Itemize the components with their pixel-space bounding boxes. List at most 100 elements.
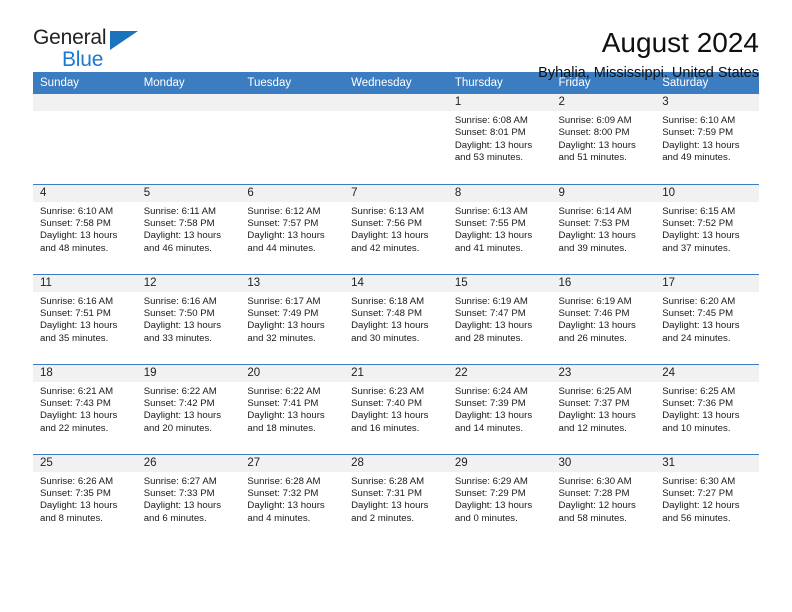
calendar-day-cell[interactable]: 13 Sunrise: 6:17 AM Sunset: 7:49 PM Dayligh…: [240, 273, 345, 364]
day-cell-content: 18 Sunrise: 6:21 AM Sunset: 7:43 PM Dayligh…: [33, 364, 137, 454]
daylight-duration-line1: Daylight: 13 hours: [40, 500, 118, 512]
calendar-day-cell[interactable]: 5 Sunrise: 6:11 AM Sunset: 7:58 PM Daylight…: [136, 183, 241, 274]
day-cell-content: [33, 94, 137, 183]
calendar-day-cell[interactable]: 16 Sunrise: 6:19 AM Sunset: 7:46 PM Dayligh…: [551, 273, 656, 364]
calendar-day-cell[interactable]: 9 Sunrise: 6:14 AM Sunset: 7:53 PM Daylight…: [551, 183, 656, 274]
day-details: Sunrise: 6:10 AM Sunset: 7:59 PM Daylight:…: [655, 111, 759, 165]
calendar-day-cell[interactable]: 20 Sunrise: 6:22 AM Sunset: 7:41 PM Dayligh…: [240, 363, 345, 454]
day-number: 26: [136, 454, 241, 472]
daylight-duration-line1: Daylight: 13 hours: [143, 230, 222, 242]
calendar-day-cell[interactable]: 2 Sunrise: 6:09 AM Sunset: 8:00 PM Daylight…: [551, 94, 656, 184]
sunrise-time: Sunrise: 6:11 AM: [143, 205, 217, 217]
daylight-duration-line1: Daylight: 13 hours: [454, 410, 533, 422]
sunset-time: Sunset: 7:29 PM: [454, 487, 526, 499]
calendar-day-cell[interactable]: 31 Sunrise: 6:30 AM Sunset: 7:27 PM Dayligh…: [655, 453, 759, 544]
daylight-duration-line2: and 10 minutes.: [662, 422, 731, 434]
day-number: 5: [136, 184, 241, 202]
calendar-day-cell[interactable]: 27 Sunrise: 6:28 AM Sunset: 7:32 PM Dayligh…: [240, 453, 345, 544]
calendar-day-cell[interactable]: 15 Sunrise: 6:19 AM Sunset: 7:47 PM Dayligh…: [447, 273, 552, 364]
daylight-duration-line1: Daylight: 13 hours: [247, 230, 325, 242]
day-number: 2: [551, 94, 656, 111]
sunset-time: Sunset: 7:52 PM: [662, 217, 734, 229]
sunset-time: Sunset: 7:43 PM: [40, 397, 111, 409]
sunrise-time: Sunrise: 6:22 AM: [143, 385, 217, 397]
calendar-day-cell[interactable]: 4 Sunrise: 6:10 AM Sunset: 7:58 PM Daylight…: [33, 183, 137, 274]
day-cell-content: 24 Sunrise: 6:25 AM Sunset: 7:36 PM Dayligh…: [655, 364, 759, 454]
calendar-day-cell[interactable]: 19 Sunrise: 6:22 AM Sunset: 7:42 PM Dayligh…: [136, 363, 241, 454]
sunset-time: Sunset: 7:31 PM: [351, 487, 423, 499]
calendar-week-row: 18 Sunrise: 6:21 AM Sunset: 7:43 PM Dayligh…: [33, 363, 759, 454]
calendar-day-cell[interactable]: 14 Sunrise: 6:18 AM Sunset: 7:48 PM Dayligh…: [344, 273, 448, 364]
daylight-duration-line2: and 24 minutes.: [662, 332, 731, 344]
day-number: 11: [33, 274, 137, 292]
sunset-time: Sunset: 7:27 PM: [662, 487, 734, 499]
day-number: 25: [33, 454, 137, 472]
sunset-time: Sunset: 7:45 PM: [662, 307, 734, 319]
calendar-day-cell[interactable]: 22 Sunrise: 6:24 AM Sunset: 7:39 PM Dayligh…: [447, 363, 552, 454]
day-number: 24: [655, 364, 759, 382]
sunset-time: Sunset: 7:51 PM: [40, 307, 111, 319]
daylight-duration-line1: Daylight: 13 hours: [247, 410, 325, 422]
calendar-day-cell[interactable]: 25 Sunrise: 6:26 AM Sunset: 7:35 PM Dayligh…: [33, 453, 137, 544]
calendar-day-cell[interactable]: 12 Sunrise: 6:16 AM Sunset: 7:50 PM Dayligh…: [136, 273, 241, 364]
day-cell-content: 23 Sunrise: 6:25 AM Sunset: 7:37 PM Dayligh…: [551, 364, 656, 454]
day-number: [344, 94, 448, 111]
day-details: Sunrise: 6:16 AM Sunset: 7:50 PM Daylight:…: [137, 292, 241, 346]
daylight-duration-line2: and 44 minutes.: [247, 242, 316, 254]
day-number: 27: [240, 454, 345, 472]
sunrise-time: Sunrise: 6:19 AM: [454, 295, 528, 307]
calendar-day-cell[interactable]: 29 Sunrise: 6:29 AM Sunset: 7:29 PM Dayligh…: [447, 453, 552, 544]
sunset-time: Sunset: 7:42 PM: [143, 397, 215, 409]
day-details: Sunrise: 6:20 AM Sunset: 7:45 PM Daylight:…: [655, 292, 759, 346]
day-number: 16: [551, 274, 656, 292]
sunset-time: Sunset: 7:57 PM: [247, 217, 319, 229]
calendar-day-cell[interactable]: 24 Sunrise: 6:25 AM Sunset: 7:36 PM Dayligh…: [655, 363, 759, 454]
day-cell-content: 1 Sunrise: 6:08 AM Sunset: 8:01 PM Daylight…: [447, 94, 552, 183]
calendar-day-cell[interactable]: 6 Sunrise: 6:12 AM Sunset: 7:57 PM Daylight…: [240, 183, 345, 274]
calendar-day-cell[interactable]: 1 Sunrise: 6:08 AM Sunset: 8:01 PM Daylight…: [447, 94, 552, 184]
page-header: General Blue August 2024 Byhalia, Missis…: [33, 0, 759, 81]
daylight-duration-line1: Daylight: 12 hours: [662, 500, 740, 512]
day-cell-content: 6 Sunrise: 6:12 AM Sunset: 7:57 PM Daylight…: [240, 184, 345, 274]
daylight-duration-line1: Daylight: 13 hours: [351, 320, 429, 332]
sunrise-time: Sunrise: 6:10 AM: [40, 205, 114, 217]
day-details: Sunrise: 6:19 AM Sunset: 7:46 PM Daylight:…: [552, 292, 656, 346]
daylight-duration-line2: and 8 minutes.: [40, 512, 103, 524]
logo-text-general: General: [33, 26, 107, 49]
calendar-day-cell[interactable]: 11 Sunrise: 6:16 AM Sunset: 7:51 PM Dayligh…: [33, 273, 137, 364]
day-details: Sunrise: 6:25 AM Sunset: 7:37 PM Daylight:…: [552, 382, 656, 436]
calendar-day-cell[interactable]: 28 Sunrise: 6:28 AM Sunset: 7:31 PM Dayligh…: [344, 453, 448, 544]
calendar-day-cell[interactable]: 26 Sunrise: 6:27 AM Sunset: 7:33 PM Dayligh…: [136, 453, 241, 544]
calendar-day-cell[interactable]: 3 Sunrise: 6:10 AM Sunset: 7:59 PM Daylight…: [655, 94, 759, 184]
weekday-header-sunday: Sunday: [33, 72, 137, 94]
day-number: 19: [136, 364, 241, 382]
calendar-day-cell[interactable]: 7 Sunrise: 6:13 AM Sunset: 7:56 PM Daylight…: [344, 183, 448, 274]
day-cell-content: 17 Sunrise: 6:20 AM Sunset: 7:45 PM Dayligh…: [655, 274, 759, 364]
sunset-time: Sunset: 7:47 PM: [454, 307, 526, 319]
calendar-day-cell[interactable]: 17 Sunrise: 6:20 AM Sunset: 7:45 PM Dayligh…: [655, 273, 759, 364]
daylight-duration-line1: Daylight: 13 hours: [143, 320, 222, 332]
sunrise-time: Sunrise: 6:25 AM: [662, 385, 736, 397]
sunset-time: Sunset: 7:55 PM: [454, 217, 526, 229]
sunset-time: Sunset: 7:58 PM: [40, 217, 111, 229]
day-details: Sunrise: 6:15 AM Sunset: 7:52 PM Daylight:…: [655, 202, 759, 256]
day-number: 22: [447, 364, 552, 382]
sunrise-time: Sunrise: 6:28 AM: [247, 475, 321, 487]
calendar-body: 1 Sunrise: 6:08 AM Sunset: 8:01 PM Daylight…: [33, 94, 759, 544]
daylight-duration-line2: and 18 minutes.: [247, 422, 316, 434]
calendar-day-cell[interactable]: 21 Sunrise: 6:23 AM Sunset: 7:40 PM Dayligh…: [344, 363, 448, 454]
calendar-day-cell[interactable]: 18 Sunrise: 6:21 AM Sunset: 7:43 PM Dayligh…: [33, 363, 137, 454]
calendar-day-cell[interactable]: 10 Sunrise: 6:15 AM Sunset: 7:52 PM Dayligh…: [655, 183, 759, 274]
day-number: 8: [447, 184, 552, 202]
sunrise-time: Sunrise: 6:13 AM: [454, 205, 528, 217]
sunrise-time: Sunrise: 6:22 AM: [247, 385, 321, 397]
sunrise-time: Sunrise: 6:25 AM: [558, 385, 632, 397]
calendar-day-cell[interactable]: 23 Sunrise: 6:25 AM Sunset: 7:37 PM Dayligh…: [551, 363, 656, 454]
day-details: Sunrise: 6:29 AM Sunset: 7:29 PM Daylight:…: [448, 472, 552, 526]
daylight-duration-line2: and 39 minutes.: [558, 242, 627, 254]
daylight-duration-line2: and 20 minutes.: [143, 422, 212, 434]
day-number: 30: [551, 454, 656, 472]
calendar-day-cell[interactable]: 8 Sunrise: 6:13 AM Sunset: 7:55 PM Daylight…: [447, 183, 552, 274]
sunrise-time: Sunrise: 6:09 AM: [558, 115, 632, 126]
calendar-day-cell[interactable]: 30 Sunrise: 6:30 AM Sunset: 7:28 PM Dayligh…: [551, 453, 656, 544]
